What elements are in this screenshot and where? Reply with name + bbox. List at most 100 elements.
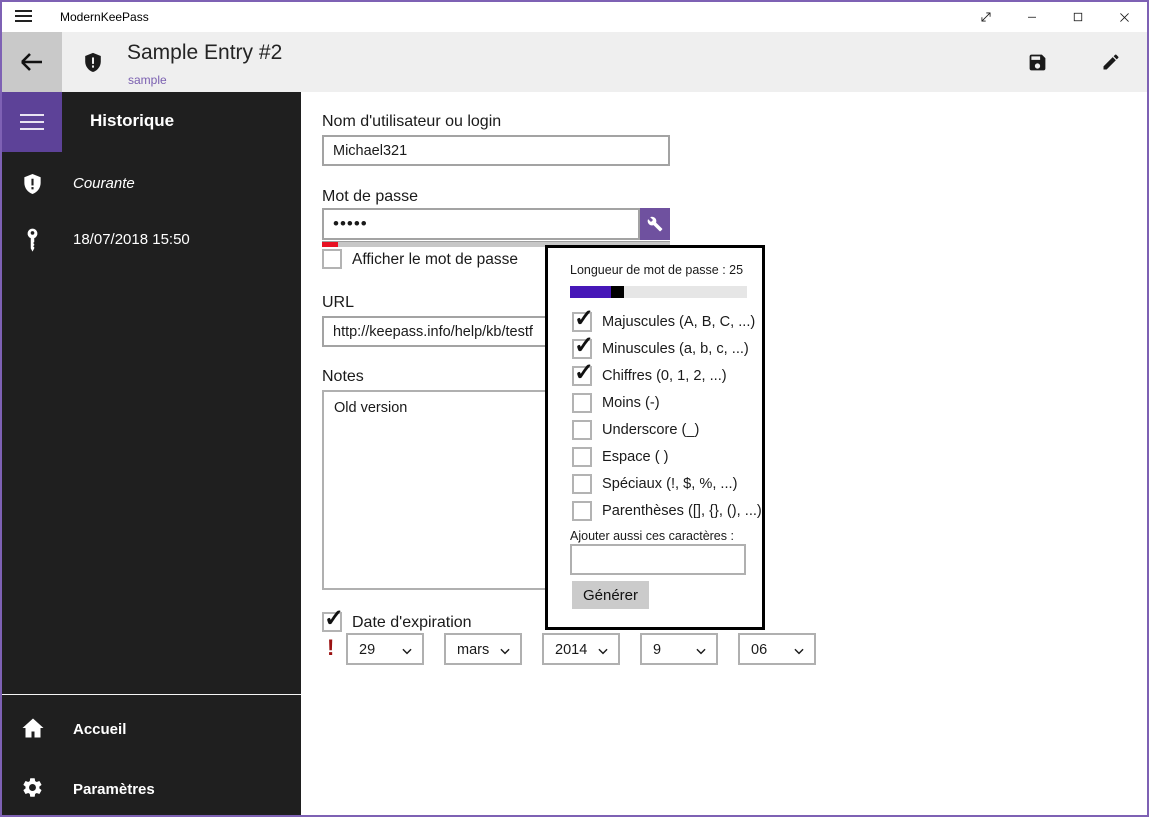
generator-option-row: ✓ Espace ( ) (548, 445, 762, 472)
save-icon (1029, 54, 1045, 70)
sidebar-divider (2, 694, 301, 695)
sidebar-item-home[interactable]: Accueil (2, 716, 301, 746)
checkmark-icon: ✓ (574, 359, 595, 386)
minimize-button[interactable] (1009, 2, 1055, 32)
sidebar-item-label: Accueil (73, 721, 127, 738)
option-checkbox[interactable]: ✓ (572, 361, 594, 386)
custom-chars-label: Ajouter aussi ces caractères : (570, 529, 734, 543)
titlebar-hamburger-icon[interactable] (15, 10, 32, 23)
save-button[interactable] (1014, 39, 1060, 85)
option-checkbox[interactable]: ✓ (572, 307, 594, 332)
sidebar-item-current[interactable]: Courante (2, 170, 301, 200)
checkmark-icon: ✓ (574, 332, 595, 359)
password-generator-button[interactable] (640, 208, 670, 240)
sidebar-item-settings[interactable]: Paramètres (2, 776, 301, 806)
password-generator-popup: Longueur de mot de passe : 25 ✓ Majuscul… (545, 245, 765, 630)
option-checkbox[interactable]: ✓ (572, 420, 592, 440)
date-part-value: 29 (359, 642, 376, 658)
date-part-dropdown[interactable]: 29 (346, 633, 424, 665)
close-button[interactable] (1101, 2, 1147, 32)
date-part-value: 2014 (555, 642, 588, 658)
generator-option-row: ✓ Underscore (_) (548, 418, 762, 445)
option-label: Chiffres (0, 1, 2, ...) (602, 368, 727, 384)
password-input[interactable] (322, 208, 640, 240)
entry-group-link[interactable]: sample (128, 73, 167, 87)
date-part-value: 9 (653, 642, 662, 658)
back-button[interactable] (2, 32, 62, 92)
generate-button[interactable]: Générer (572, 581, 649, 609)
chevron-down-icon (792, 644, 806, 658)
edit-button[interactable] (1088, 39, 1134, 85)
checkmark-icon: ✓ (324, 605, 345, 632)
generator-option-row: ✓ Moins (-) (548, 391, 762, 418)
date-part-dropdown[interactable]: 9 (640, 633, 718, 665)
option-checkbox[interactable]: ✓ (572, 393, 592, 413)
custom-chars-input[interactable] (570, 544, 746, 575)
maximize-icon (1073, 12, 1083, 22)
option-checkbox[interactable]: ✓ (572, 501, 592, 521)
notes-label: Notes (322, 368, 364, 385)
option-label: Majuscules (A, B, C, ...) (602, 314, 756, 330)
option-checkbox[interactable]: ✓ (572, 447, 592, 467)
option-checkbox[interactable]: ✓ (572, 334, 594, 359)
maximize-button[interactable] (1055, 2, 1101, 32)
option-checkbox[interactable]: ✓ (572, 474, 592, 494)
checkmark-icon: ✓ (574, 305, 595, 332)
date-part-dropdown[interactable]: 06 (738, 633, 816, 665)
app-title: ModernKeePass (60, 10, 149, 24)
password-length-value: 25 (729, 263, 744, 277)
sidebar-heading: Historique (90, 111, 175, 130)
gear-icon (21, 776, 44, 799)
key-icon (23, 226, 42, 255)
option-label: Minuscules (a, b, c, ...) (602, 341, 749, 357)
chevron-down-icon (596, 644, 610, 658)
date-part-value: 06 (751, 642, 768, 658)
sidebar-item-label: Courante (73, 175, 135, 192)
minimize-icon (1028, 16, 1036, 18)
option-label: Espace ( ) (602, 449, 669, 465)
sidebar-item-label: 18/07/2018 15:50 (73, 231, 190, 248)
pencil-icon (1103, 54, 1119, 70)
slider-thumb[interactable] (610, 286, 624, 298)
date-part-dropdown[interactable]: 2014 (542, 633, 620, 665)
titlebar: ModernKeePass (2, 2, 1147, 32)
sidebar-item-history-entry[interactable]: 18/07/2018 15:50 (2, 226, 301, 256)
generator-options: ✓ Majuscules (A, B, C, ...) ✓ Minuscules… (548, 307, 762, 526)
sidebar-hamburger-button[interactable] (2, 92, 62, 152)
username-input[interactable] (322, 135, 670, 166)
sidebar-item-label: Paramètres (73, 781, 155, 798)
chevron-down-icon (694, 644, 708, 658)
password-label: Mot de passe (322, 188, 419, 205)
expiration-label: Date d'expiration (352, 614, 472, 631)
home-icon (21, 716, 45, 740)
option-label: Spéciaux (!, $, %, ...) (602, 476, 738, 492)
expiration-checkbox[interactable]: ✓ (322, 607, 344, 632)
fullscreen-button[interactable] (963, 2, 1009, 32)
username-label: Nom d'utilisateur ou login (322, 113, 502, 130)
option-label: Parenthèses ([], {}, (), ...) (602, 503, 762, 519)
chevron-down-icon (498, 644, 512, 658)
app-window: ModernKeePass Sample Entry #2 sample His… (0, 0, 1149, 817)
password-strength-fill (322, 242, 338, 247)
entry-title: Sample Entry #2 (127, 41, 283, 64)
chevron-down-icon (400, 644, 414, 658)
generator-option-row: ✓ Chiffres (0, 1, 2, ...) (548, 361, 762, 391)
password-length-slider[interactable] (570, 286, 747, 298)
password-length-label: Longueur de mot de passe : 25 (570, 263, 744, 277)
entry-header: Sample Entry #2 sample (2, 32, 1147, 92)
back-arrow-icon (21, 53, 42, 71)
date-part-dropdown[interactable]: mars (444, 633, 522, 665)
expiration-date-row: 29 mars 2014 9 06 (346, 633, 816, 665)
slider-fill (570, 286, 611, 298)
option-label: Moins (-) (602, 395, 660, 411)
close-icon (1119, 12, 1129, 22)
expired-warning: ! (327, 635, 335, 660)
date-part-value: mars (457, 642, 490, 658)
sidebar: Historique Courante 18/07/2018 15:50 Acc… (2, 92, 301, 815)
generator-option-row: ✓ Spéciaux (!, $, %, ...) (548, 472, 762, 499)
show-password-checkbox[interactable]: ✓ (322, 249, 342, 269)
wrench-icon (647, 216, 663, 232)
option-label: Underscore (_) (602, 422, 700, 438)
hamburger-icon (20, 113, 44, 131)
shield-icon (21, 170, 44, 198)
